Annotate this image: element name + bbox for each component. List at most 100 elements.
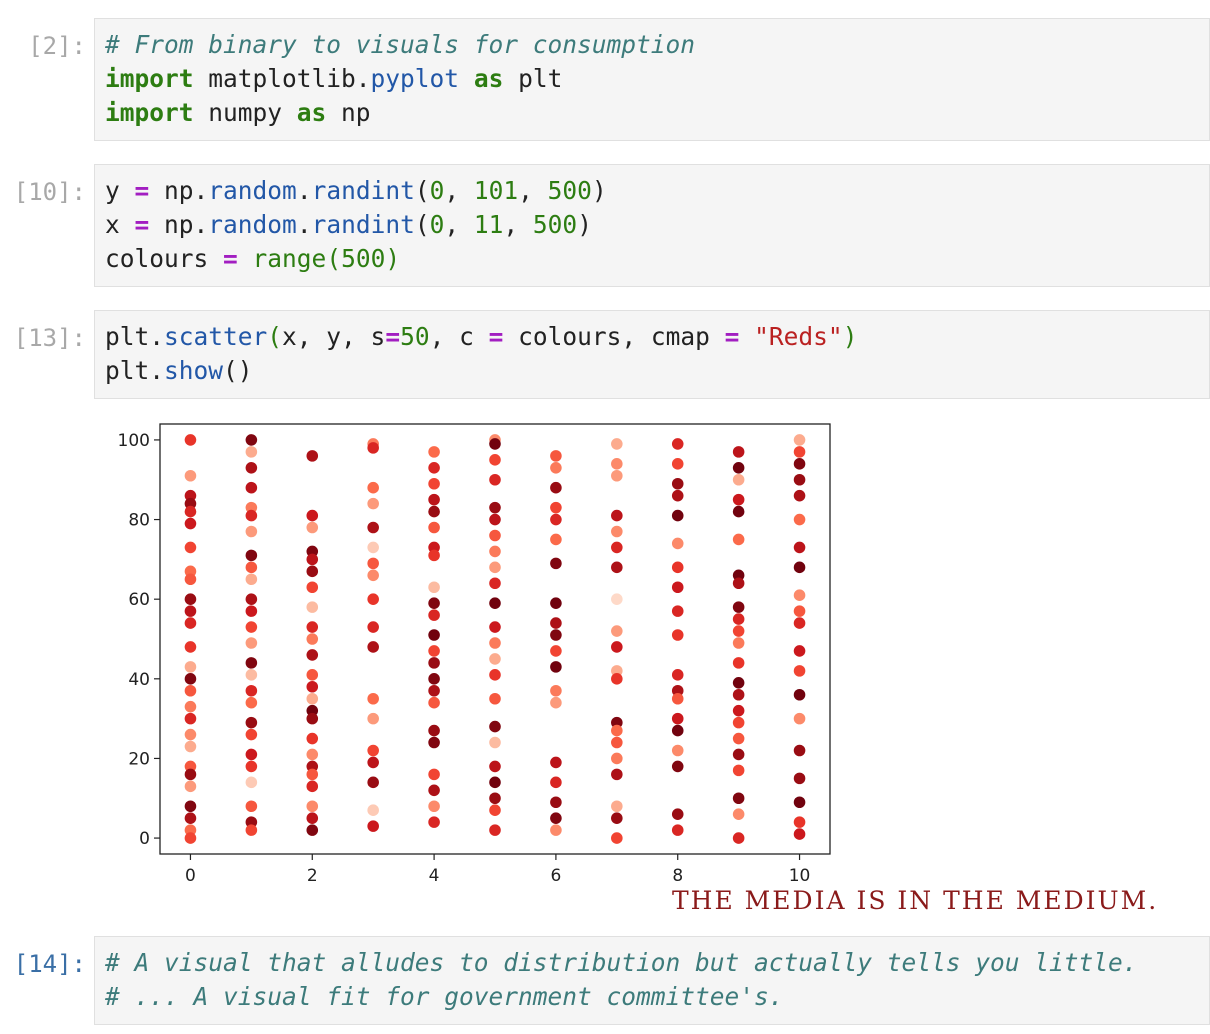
scatter-point (245, 760, 258, 773)
scatter-point (611, 438, 623, 450)
operator: = (223, 244, 238, 273)
scatter-point (184, 728, 197, 741)
scatter-point (489, 501, 501, 514)
scatter-point (367, 593, 379, 605)
scatter-point (245, 637, 258, 649)
scatter-point (245, 434, 258, 446)
code-text: np. (149, 210, 209, 239)
code-text: ( (326, 244, 342, 273)
scatter-point (671, 760, 684, 773)
scatter-point (671, 458, 684, 470)
scatter-point (428, 800, 440, 813)
code-comment: # From binary to visuals for consumption (105, 30, 696, 59)
scatter-point (184, 593, 197, 605)
scatter-point (367, 820, 379, 832)
number: 500 (547, 176, 592, 205)
scatter-point (428, 724, 440, 737)
scatter-point (550, 661, 562, 673)
scatter-point (489, 473, 501, 486)
code-input[interactable]: y = np.random.randint(0, 101, 500) x = n… (94, 164, 1210, 287)
scatter-point (367, 497, 379, 510)
scatter-point (306, 732, 319, 745)
attribute: scatter (164, 322, 268, 351)
y-tick-label: 0 (139, 829, 150, 849)
scatter-point (245, 684, 258, 697)
scatter-point (428, 816, 440, 828)
scatter-point (550, 597, 562, 609)
scatter-point (793, 605, 806, 617)
scatter-point (732, 446, 745, 458)
scatter-point (245, 824, 258, 836)
scatter-point (550, 684, 562, 697)
x-tick-label: 2 (307, 866, 318, 886)
scatter-point (732, 493, 745, 506)
scatter-point (367, 481, 379, 494)
scatter-point (489, 637, 501, 649)
code-text: colours, cmap (503, 322, 725, 351)
scatter-point (489, 736, 501, 749)
code-text: x (105, 210, 135, 239)
code-line: # A visual that alludes to distribution … (105, 946, 1209, 980)
scatter-point (793, 688, 806, 701)
media-caption: THE MEDIA IS IN THE MEDIUM. (672, 886, 1159, 915)
scatter-point (245, 728, 258, 741)
code-text: () (223, 356, 253, 385)
code-input[interactable]: # A visual that alludes to distribution … (94, 936, 1210, 1025)
code-line: plt.show() (105, 354, 1209, 388)
scatter-point (793, 828, 806, 840)
code-line: # ... A visual fit for government commit… (105, 980, 1209, 1014)
operator: = (724, 322, 740, 351)
keyword: as (473, 64, 504, 93)
scatter-point (611, 641, 623, 653)
scatter-point (550, 776, 562, 789)
scatter-point (793, 772, 806, 785)
scatter-point (671, 669, 684, 681)
scatter-point (184, 641, 197, 653)
code-text: plt. (105, 322, 165, 351)
scatter-point (793, 589, 806, 601)
scatter-point (671, 537, 684, 550)
scatter-point (367, 692, 379, 705)
scatter-point (306, 521, 319, 534)
scatter-point (367, 541, 379, 554)
scatter-point (489, 545, 501, 558)
scatter-point (732, 577, 745, 590)
scatter-point (550, 629, 562, 641)
scatter-point (550, 617, 562, 629)
scatter-point (428, 645, 440, 657)
x-tick-label: 10 (789, 866, 811, 886)
scatter-point (489, 824, 501, 836)
scatter-point (671, 712, 684, 725)
code-text: ( (414, 210, 430, 239)
number: 0 (429, 210, 445, 239)
scatter-point (428, 521, 440, 534)
scatter-point (245, 573, 258, 586)
scatter-point (611, 593, 623, 605)
scatter-point (306, 565, 319, 578)
scatter-point (489, 720, 501, 733)
scatter-point (428, 784, 440, 797)
scatter-point (306, 553, 319, 566)
scatter-point (671, 477, 684, 490)
scatter-point (489, 669, 501, 681)
scatter-point (550, 796, 562, 809)
scatter-point (489, 653, 501, 665)
y-tick-label: 80 (128, 511, 150, 531)
scatter-point (793, 796, 806, 809)
code-input[interactable]: plt.scatter(x, y, s=50, c = colours, cma… (94, 310, 1210, 399)
operator: = (488, 322, 504, 351)
scatter-point (671, 724, 684, 737)
scatter-point (489, 561, 501, 574)
scatter-point (428, 657, 440, 669)
keyword: import (105, 64, 194, 93)
scatter-point (245, 593, 258, 605)
operator: = (134, 210, 150, 239)
scatter-point (793, 434, 806, 446)
cell-prompt: [10]: (13, 178, 86, 206)
scatter-point (793, 712, 806, 725)
scatter-point (245, 748, 258, 761)
scatter-point (245, 605, 258, 617)
scatter-point (428, 462, 440, 474)
code-input[interactable]: # From binary to visuals for consumption… (94, 18, 1210, 141)
scatter-point (306, 812, 319, 824)
